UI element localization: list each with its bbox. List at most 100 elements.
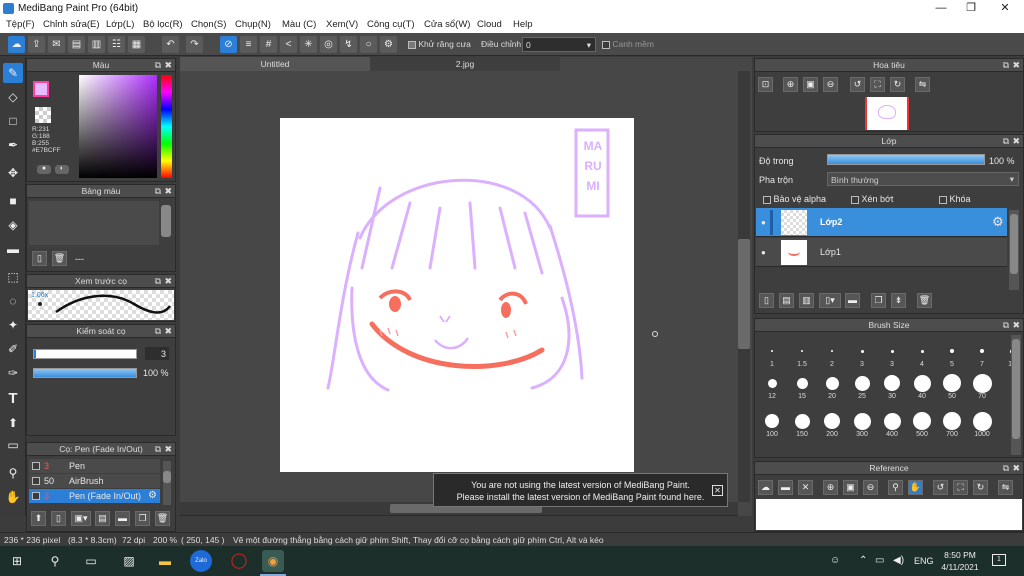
menu-layer[interactable]: Lớp(L) [106,19,134,30]
eyedropper-tool-icon[interactable]: ⚲ [3,463,23,483]
gear-icon[interactable]: ⚙ [992,214,1004,230]
layer-scrollbar[interactable] [1009,210,1019,290]
actual-size-icon[interactable]: ▣ [843,480,858,495]
actual-size-icon[interactable]: ▣ [803,77,818,92]
menu-file[interactable]: Tệp(F) [6,19,35,30]
brush-size-option[interactable]: 30 [877,373,907,400]
brush-size-option[interactable]: 70 [967,373,997,400]
drawing-canvas[interactable]: MA RU MI [280,118,634,472]
menu-window[interactable]: Cửa sổ(W) [424,19,470,30]
tab-2jpg[interactable]: 2.jpg [370,57,560,71]
medibang-icon[interactable]: ◉ [262,550,284,572]
antialias-checkbox[interactable] [408,40,416,49]
zoom-in-icon[interactable]: ⊕ [783,77,798,92]
trash-icon[interactable]: 🗑 [52,251,67,266]
navigator-thumbnail[interactable] [865,97,909,130]
popout-icon[interactable]: ⧉ [1003,135,1009,148]
adjust-input[interactable]: 0 ▾ [522,37,596,52]
pen-tool-icon[interactable]: ✒ [3,135,23,155]
new-brush-icon[interactable]: ▯ [51,511,66,526]
menu-select[interactable]: Chọn(S) [191,19,226,30]
menu-color[interactable]: Màu (C) [282,19,316,30]
gradient-tool-icon[interactable]: ▬ [3,239,23,259]
brush-size-scrollbar[interactable] [1011,335,1021,455]
merge-layer-icon[interactable]: ⇟ [891,293,906,308]
menu-view[interactable]: Xem(V) [326,19,358,30]
cloud-icon[interactable]: ☁ [8,36,25,53]
settings-icon[interactable]: ⚙ [380,36,397,53]
comment-icon[interactable]: ✉ [48,36,65,53]
flip-icon[interactable]: ⇋ [998,480,1013,495]
cross-snap-icon[interactable]: # [260,36,277,53]
reference-image-area[interactable] [756,499,1022,530]
brush-size-option[interactable]: 12 [757,373,787,400]
flip-icon[interactable]: ⇋ [915,77,930,92]
search-icon[interactable]: ⚲ [44,550,66,572]
magic-wand-tool-icon[interactable]: ✦ [3,315,23,335]
palette-pick-icon[interactable]: ◐ [55,165,69,174]
popout-icon[interactable]: ⧉ [155,59,161,72]
popout-icon[interactable]: ⧉ [1003,59,1009,72]
brush-size-option[interactable]: 25 [847,373,877,400]
tray-chevron-icon[interactable]: ⌃ [859,555,867,566]
brush-size-slider[interactable] [33,349,137,359]
grid-list-icon[interactable]: ☷ [108,36,125,53]
clock[interactable]: 8:50 PM 4/11/2021 [940,549,980,573]
select-tool-icon[interactable]: ⬚ [3,267,23,287]
brush-list-scrollbar[interactable] [163,461,171,505]
brush-size-option[interactable]: 500 [907,411,937,438]
grid-icon[interactable]: ▦ [128,36,145,53]
photos-icon[interactable]: ▨ [118,550,140,572]
eyedropper-icon[interactable]: ⚲ [888,480,903,495]
select-eraser-tool-icon[interactable]: ✑ [3,363,23,383]
lock-checkbox[interactable] [939,195,947,204]
panel-close-icon[interactable]: ✖ [1012,462,1020,475]
clipping-checkbox[interactable] [851,195,859,204]
menu-filter[interactable]: Bộ lọc(R) [143,19,183,30]
zoom-fit-icon[interactable]: ⊡ [758,77,773,92]
hue-slider[interactable] [161,75,172,178]
windows-start-icon[interactable]: ⊞ [6,550,28,572]
radial-snap-icon[interactable]: ✳ [300,36,317,53]
menu-tools[interactable]: Công cụ(T) [367,19,415,30]
new-palette-icon[interactable]: ▯ [32,251,47,266]
brush-size-option[interactable]: 3 [847,341,877,368]
rotate-left-icon[interactable]: ↺ [850,77,865,92]
hand-tool-icon[interactable]: ✋ [3,487,23,507]
brush-item[interactable]: 50 AirBrush [29,474,160,488]
popout-icon[interactable]: ⧉ [155,325,161,338]
panel-close-icon[interactable]: ✖ [1012,319,1020,332]
brush-visibility-box[interactable] [32,492,40,500]
primary-color-swatch[interactable] [33,81,49,97]
brush-size-option[interactable]: 700 [937,411,967,438]
brush-tool-icon[interactable]: ✎ [3,63,23,83]
rotate-right-icon[interactable]: ↻ [973,480,988,495]
redo-icon[interactable]: ↷ [186,36,203,53]
popout-icon[interactable]: ⧉ [1003,462,1009,475]
duplicate-layer-icon[interactable]: ❐ [871,293,886,308]
brush-size-option[interactable]: 40 [907,373,937,400]
brush-visibility-box[interactable] [32,462,40,470]
file-explorer-icon[interactable]: ▬ [154,550,176,572]
brush-size-option[interactable]: 300 [847,411,877,438]
update-toast[interactable]: You are not using the latest version of … [433,473,728,507]
gear-icon[interactable]: ⚙ [148,490,157,501]
popout-icon[interactable]: ⧉ [155,185,161,198]
brush-size-option[interactable]: 200 [817,411,847,438]
select-pen-tool-icon[interactable]: ✐ [3,339,23,359]
parallel-snap-icon[interactable]: ≡ [240,36,257,53]
brush-size-input[interactable]: 3 [145,347,169,360]
brush-size-option[interactable]: 20 [817,373,847,400]
brush-opacity-slider[interactable] [33,368,137,378]
transparent-swatch[interactable] [35,107,51,123]
move-tool-icon[interactable]: ✥ [3,163,23,183]
close-button[interactable]: ✕ [990,1,1020,16]
tile-icon[interactable]: ▤ [68,36,85,53]
circle-snap-icon[interactable]: ○ [360,36,377,53]
panel-close-icon[interactable]: ✖ [164,59,172,72]
rect-select-tool-icon[interactable]: □ [3,111,23,131]
layer-row-selected[interactable]: ● Lớp2 ⚙ [756,208,1007,237]
brush-visibility-box[interactable] [32,477,40,485]
brush-size-option[interactable]: 3 [877,341,907,368]
menu-edit[interactable]: Chỉnh sửa(E) [43,19,100,30]
